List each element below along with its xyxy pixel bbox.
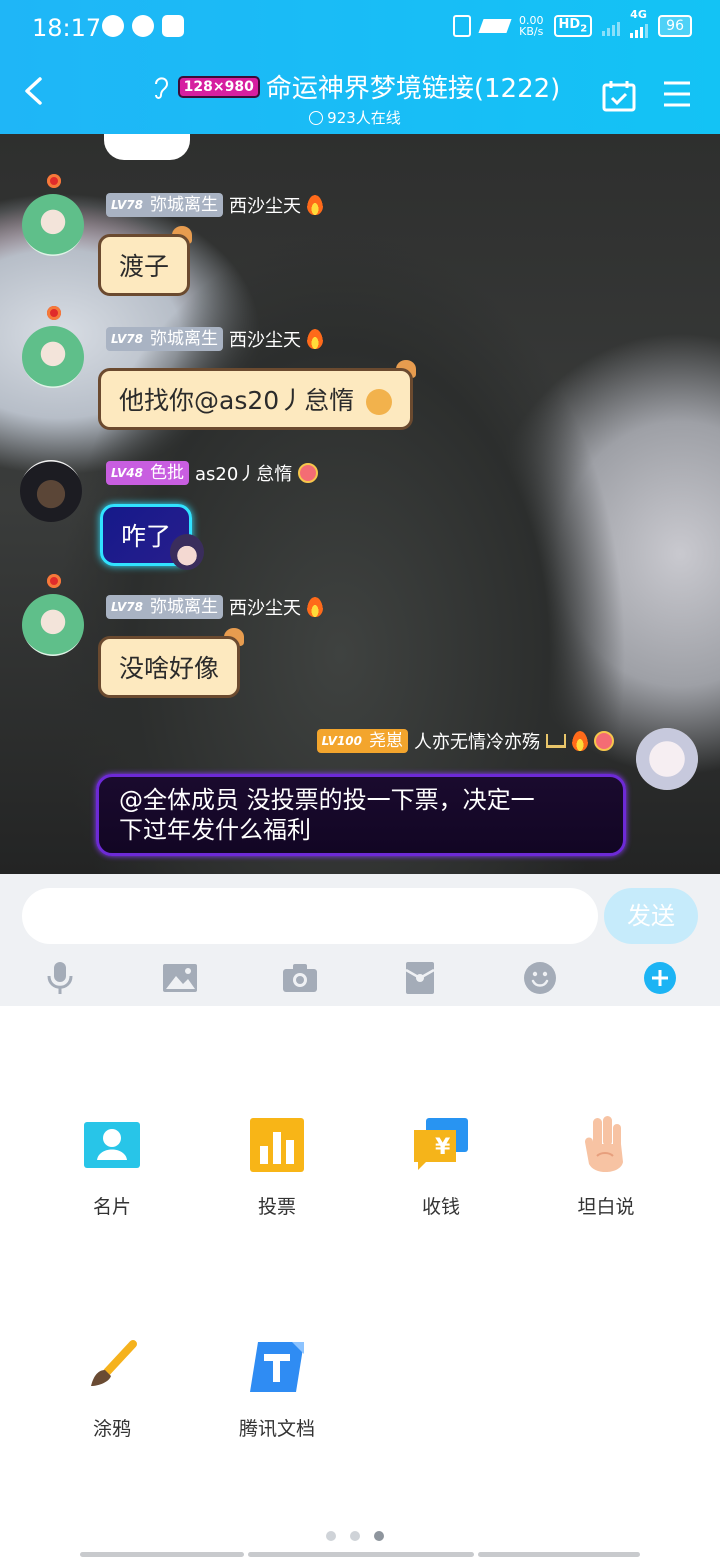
hd-icon: HD2	[553, 15, 593, 37]
status-right: 0.00 KB/s HD2 4G 96	[453, 8, 692, 38]
status-notification-icons	[102, 15, 184, 37]
camera-icon[interactable]	[282, 960, 318, 996]
message-input[interactable]	[22, 888, 598, 944]
avatar-flower-icon	[47, 306, 61, 320]
avatar-flower-icon	[47, 574, 61, 588]
sender-nickname[interactable]: as20丿怠惰	[195, 460, 292, 486]
paintbrush-icon	[83, 1338, 141, 1396]
panel-item-collect-money[interactable]: ¥ 收钱	[381, 1116, 501, 1219]
app-notification-icon	[132, 15, 154, 37]
svg-text:¥: ¥	[435, 1135, 451, 1160]
group-logo: 128×980	[177, 75, 260, 98]
page-dot[interactable]	[326, 1531, 336, 1541]
level-badge: LV78 弥城离生	[106, 327, 223, 351]
nfc-icon	[478, 19, 512, 33]
signal-1-icon	[602, 16, 621, 36]
previous-message-bubble	[104, 134, 190, 160]
group-name: 命运神界梦境链接(1222)	[265, 74, 561, 104]
avatar-flower-icon	[47, 174, 61, 188]
microphone-icon[interactable]	[42, 960, 78, 996]
flash-notification-icon	[162, 15, 184, 37]
page-dot[interactable]	[350, 1531, 360, 1541]
bottom-bar-segment	[248, 1552, 474, 1557]
sender-line: LV48 色批 as20丿怠惰	[106, 460, 319, 486]
page-indicator	[326, 1531, 384, 1541]
calendar-check-icon[interactable]	[602, 80, 636, 112]
sender-nickname[interactable]: 人亦无情冷亦殇	[414, 728, 540, 754]
fire-icon	[306, 597, 323, 617]
signal-2-icon: 4G	[630, 8, 649, 38]
sender-nickname[interactable]: 西沙尘天	[229, 326, 301, 352]
crown-icon	[546, 734, 566, 748]
bottom-bar-segment	[478, 1552, 640, 1557]
avatar[interactable]	[22, 326, 84, 388]
message-bubble[interactable]: @全体成员 没投票的投一下票，决定一 下过年发什么福利	[96, 774, 626, 856]
bottom-bar-segment	[80, 1552, 244, 1557]
shiba-emoji-icon	[366, 389, 393, 415]
online-count: 923人在线	[309, 107, 401, 128]
status-time: 18:17	[32, 14, 102, 42]
smiley-badge-icon	[298, 463, 319, 483]
avatar[interactable]	[22, 594, 84, 656]
sender-nickname[interactable]: 西沙尘天	[229, 192, 301, 218]
panel-item-vote[interactable]: 投票	[217, 1116, 337, 1219]
chat-messages[interactable]: LV78 弥城离生 西沙尘天 渡子 LV78 弥城离生 西沙尘天 他找你@as20丿…	[0, 134, 720, 874]
online-check-icon	[309, 110, 324, 125]
collect-money-icon: ¥	[412, 1116, 470, 1174]
fire-icon	[306, 195, 323, 215]
group-title-area[interactable]: 128×980 命运神界梦境链接(1222) 923人在线	[120, 68, 590, 129]
vote-chart-icon	[248, 1116, 306, 1174]
anime-sticker-decoration	[170, 534, 204, 570]
fire-icon	[306, 329, 323, 349]
level-badge: LV78 弥城离生	[106, 193, 223, 217]
message-bubble[interactable]: 渡子	[98, 234, 191, 296]
panel-item-confess[interactable]: 坦白说	[546, 1116, 666, 1219]
avatar[interactable]	[22, 194, 84, 256]
message-bubble[interactable]: 他找你@as20丿怠惰	[98, 368, 414, 430]
avatar[interactable]	[20, 460, 82, 522]
level-badge: LV100 尧崽	[316, 729, 408, 753]
fire-icon	[572, 731, 588, 751]
emoji-icon[interactable]	[522, 960, 558, 996]
image-icon[interactable]	[162, 960, 198, 996]
red-packet-icon[interactable]	[402, 960, 438, 996]
page-dot-active[interactable]	[374, 1531, 384, 1541]
sender-nickname[interactable]: 西沙尘天	[229, 594, 301, 620]
hand-icon	[577, 1116, 635, 1174]
contact-card-icon	[83, 1116, 141, 1174]
extension-panel: 名片 投票 ¥ 收钱 坦白说 涂鸦 腾讯文档	[0, 1006, 720, 1560]
message-notification-icon	[102, 15, 124, 37]
status-bar: 18:17 0.00 KB/s HD2 4G 96	[0, 0, 720, 56]
panel-item-tencent-docs[interactable]: 腾讯文档	[217, 1338, 337, 1441]
avatar[interactable]	[636, 728, 698, 790]
top-bar: 18:17 0.00 KB/s HD2 4G 96 128×980 命运神界梦境…	[0, 0, 720, 134]
tencent-docs-icon	[248, 1338, 306, 1396]
sender-line: LV100 尧崽 人亦无情冷亦殇	[316, 728, 614, 754]
sender-line: LV78 弥城离生 西沙尘天	[106, 594, 323, 620]
level-badge: LV78 弥城离生	[106, 595, 223, 619]
plus-icon[interactable]	[642, 960, 678, 996]
network-speed: 0.00 KB/s	[519, 14, 544, 38]
back-arrow-icon[interactable]	[22, 76, 46, 106]
sender-line: LV78 弥城离生 西沙尘天	[106, 326, 323, 352]
panel-item-contact-card[interactable]: 名片	[52, 1116, 172, 1219]
level-badge: LV48 色批	[106, 461, 189, 485]
listen-ear-icon	[154, 76, 168, 99]
vibrate-icon	[453, 15, 472, 37]
sender-line: LV78 弥城离生 西沙尘天	[106, 192, 323, 218]
panel-item-doodle[interactable]: 涂鸦	[52, 1338, 172, 1441]
battery-indicator: 96	[658, 15, 692, 37]
send-button[interactable]: 发送	[604, 888, 698, 944]
page-title: 128×980 命运神界梦境链接(1222)	[150, 68, 561, 105]
menu-icon[interactable]	[662, 80, 692, 108]
input-bar: 发送	[0, 874, 720, 1006]
smiley-badge-icon	[594, 731, 614, 751]
message-bubble[interactable]: 没啥好像	[98, 636, 241, 698]
